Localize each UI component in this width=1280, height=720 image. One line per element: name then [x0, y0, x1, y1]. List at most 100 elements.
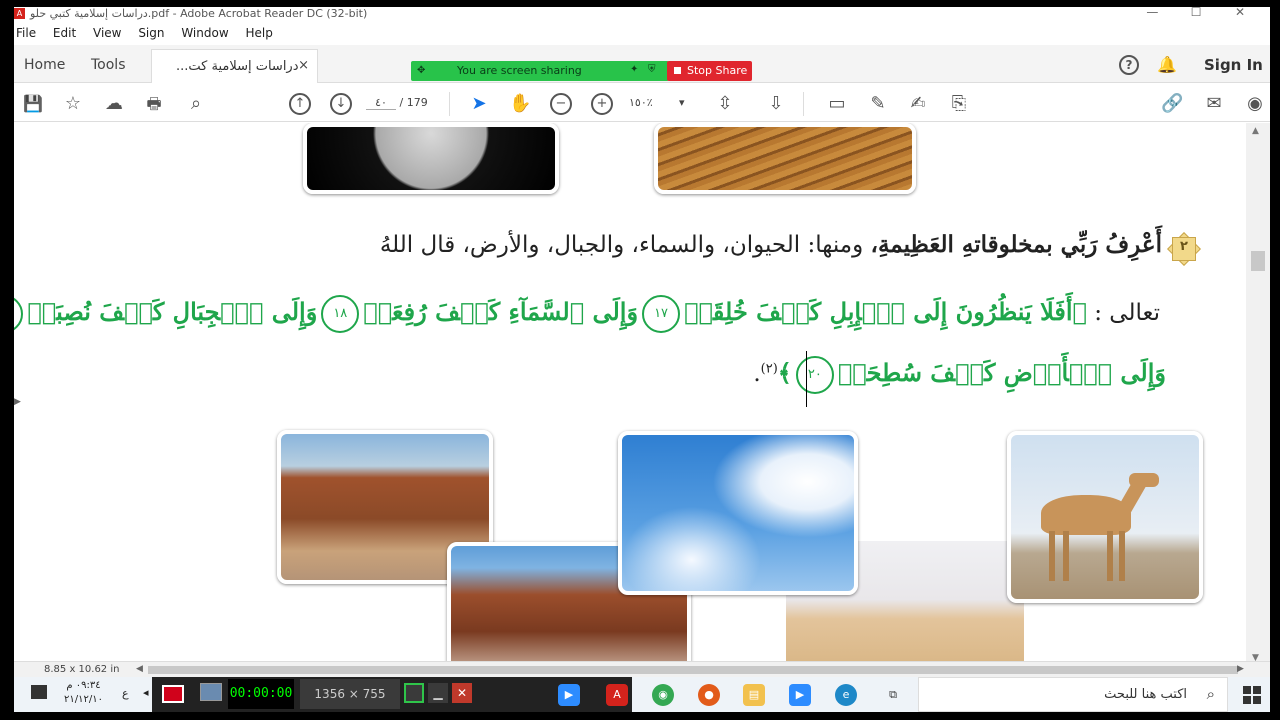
zoom-out-icon[interactable]: − [550, 93, 572, 115]
status-bar: 8.85 x 10.62 in ◀ ▶ [14, 661, 1270, 677]
sign-in-button[interactable]: Sign In [1204, 56, 1263, 74]
stop-share-button[interactable]: Stop Share [667, 61, 752, 81]
chrome-icon[interactable]: ◉ [652, 684, 674, 706]
footnote-marker: (٢) [760, 361, 778, 377]
tab-document-label: دراسات إسلامية كت... [176, 59, 299, 74]
notifications-icon[interactable] [31, 685, 47, 699]
start-logo-tile [1243, 696, 1251, 704]
minimize-button[interactable]: — [1132, 7, 1172, 19]
windows-taskbar: ٠٩:٣٤ م ٢١/١٢/١٠ ع ◂ 00:00:00 1356 × 755… [14, 677, 1270, 712]
ayah-marker-19: ١٩ [14, 295, 24, 333]
zoom-app-icon[interactable]: ▶ [558, 684, 580, 706]
speaker-icon[interactable]: ◂ [143, 686, 149, 699]
lesson-heading: أَعْرِفُ رَبِّي بمخلوقاتهِ العَظِيمةِ، [870, 231, 1162, 258]
recorder-close-icon[interactable]: ✕ [452, 683, 472, 703]
sign-pen-icon[interactable]: ✍ [907, 93, 929, 115]
verse-close-bracket: ﴾ [777, 358, 792, 387]
zoom-search-icon[interactable]: ⌕ [185, 93, 207, 115]
clock-date: ٢١/١٢/١٠ [64, 694, 103, 705]
help-icon[interactable]: ? [1119, 55, 1139, 75]
acrobat-pdf-icon: A [14, 8, 25, 19]
record-button[interactable] [162, 685, 184, 703]
close-window-button[interactable]: ✕ [1220, 7, 1260, 19]
highlight-pen-icon[interactable]: ✎ [867, 93, 889, 115]
ayah-marker-20: ٢٠ [795, 356, 834, 394]
paragraph-line-2: تعالى : ﴿أَفَلَا يَنظُرُونَ إِلَى ٱلۡإِب… [14, 295, 1160, 333]
scroll-right-icon[interactable]: ▶ [1237, 664, 1244, 674]
menu-edit[interactable]: Edit [53, 23, 76, 43]
vertical-scrollbar[interactable]: ▲ ▼ [1246, 123, 1270, 668]
menu-help[interactable]: Help [245, 23, 272, 43]
camera-icon[interactable] [200, 683, 222, 701]
left-panel-toggle-icon[interactable]: ▶ [14, 397, 21, 407]
input-language[interactable]: ع [122, 687, 129, 700]
zoom-in-icon[interactable]: + [591, 93, 613, 115]
paragraph-line-3: وَإِلَى ٱلۡأَرۡضِ كَيۡفَ سُطِحَتۡ٢٠﴾(٢). [753, 356, 1166, 394]
page-up-icon[interactable]: ↑ [289, 93, 311, 115]
desert-dunes-image [654, 123, 916, 194]
zoom-value: ١٥٠٪ [629, 96, 653, 109]
fill-sign-icon[interactable]: ⎘ [948, 93, 970, 115]
page-down-icon[interactable]: ↓ [330, 93, 352, 115]
drag-handle-icon[interactable]: ✥ [417, 65, 425, 76]
scroll-up-icon[interactable]: ▲ [1252, 126, 1259, 136]
text-cursor [806, 351, 807, 407]
menu-file[interactable]: File [16, 23, 36, 43]
menu-view[interactable]: View [93, 23, 121, 43]
zoom-select[interactable]: ١٥٠٪ ▾ [629, 96, 689, 109]
recorder-minimize-icon[interactable]: ▁ [428, 683, 448, 703]
menu-sign[interactable]: Sign [138, 23, 164, 43]
hand-tool-icon[interactable]: ✋ [509, 93, 531, 115]
tab-home[interactable]: Home [24, 57, 65, 73]
horizontal-scroll-thumb[interactable] [148, 666, 1238, 674]
save-icon[interactable]: 💾 [22, 93, 44, 115]
screen-sharing-banner: ✥ You are screen sharing ✦ ⛨ [411, 61, 669, 81]
current-page-input[interactable]: ٤٠ [366, 96, 396, 110]
start-logo-tile [1243, 686, 1251, 694]
ayah-marker-17: ١٧ [642, 295, 681, 333]
share-link-icon[interactable]: 🔗 [1161, 93, 1183, 115]
upload-cloud-icon[interactable]: ☁ [103, 93, 125, 115]
print-icon[interactable]: 🖶 [143, 93, 165, 115]
fit-page-icon[interactable]: ⇳ [714, 93, 736, 115]
line2-prefix: تعالى : [1086, 300, 1160, 326]
tab-document[interactable]: دراسات إسلامية كت... × [151, 49, 318, 83]
select-cursor-icon[interactable]: ➤ [468, 93, 490, 115]
verse-17: ﴿أَفَلَا يَنظُرُونَ إِلَى ٱلۡإِبِلِ كَيۡ… [684, 297, 1087, 326]
zoom-meeting-icon[interactable]: ▶ [789, 684, 811, 706]
edge-icon[interactable]: e [835, 684, 857, 706]
email-icon[interactable]: ✉ [1203, 93, 1225, 115]
bookmark-star-icon[interactable]: ☆ [62, 93, 84, 115]
scroll-left-icon[interactable]: ◀ [136, 664, 143, 674]
tab-tools[interactable]: Tools [91, 57, 126, 73]
camel-image [1007, 431, 1203, 603]
close-tab-icon[interactable]: × [298, 58, 309, 73]
line3-period: . [753, 361, 761, 387]
taskbar-search[interactable]: اكتب هنا للبحث ⌕ [918, 677, 1228, 712]
window-controls: — ☐ ✕ [1132, 7, 1260, 19]
scroll-mode-icon[interactable]: ⇩ [765, 93, 787, 115]
acrobat-taskbar-icon[interactable]: A [606, 684, 628, 706]
pin-icon[interactable]: ✦ [630, 64, 638, 75]
windows-start-icon[interactable] [1243, 686, 1261, 704]
camel-head-shape [1129, 473, 1159, 487]
recorder-app-icon[interactable]: ● [698, 684, 720, 706]
verse-18: وَإِلَى ٱلسَّمَآءِ كَيۡفَ رُفِعَتۡ [363, 297, 639, 326]
recorder-region-icon[interactable] [404, 683, 424, 703]
clock[interactable]: ٠٩:٣٤ م ٢١/١٢/١٠ [64, 679, 103, 707]
recorder-resolution[interactable]: 1356 × 755 [300, 679, 400, 709]
page-size-readout: 8.85 x 10.62 in [44, 664, 120, 675]
user-add-icon[interactable]: ◉ [1244, 93, 1266, 115]
maximize-button[interactable]: ☐ [1176, 7, 1216, 19]
task-view-icon[interactable]: ⧉ [882, 684, 904, 706]
section-number: ٢ [1180, 239, 1188, 254]
camel-leg [1107, 531, 1113, 581]
file-explorer-icon[interactable]: ▤ [743, 684, 765, 706]
notification-bell-icon[interactable]: 🔔 [1157, 55, 1177, 74]
menu-bar: File Edit View Sign Window Help [14, 23, 1270, 43]
menu-window[interactable]: Window [181, 23, 228, 43]
toolbar-divider [449, 92, 450, 116]
vertical-scroll-thumb[interactable] [1251, 251, 1265, 271]
comment-icon[interactable]: ▭ [826, 93, 848, 115]
document-view[interactable]: ٢ أَعْرِفُ رَبِّي بمخلوقاتهِ العَظِيمةِ،… [14, 123, 1246, 668]
